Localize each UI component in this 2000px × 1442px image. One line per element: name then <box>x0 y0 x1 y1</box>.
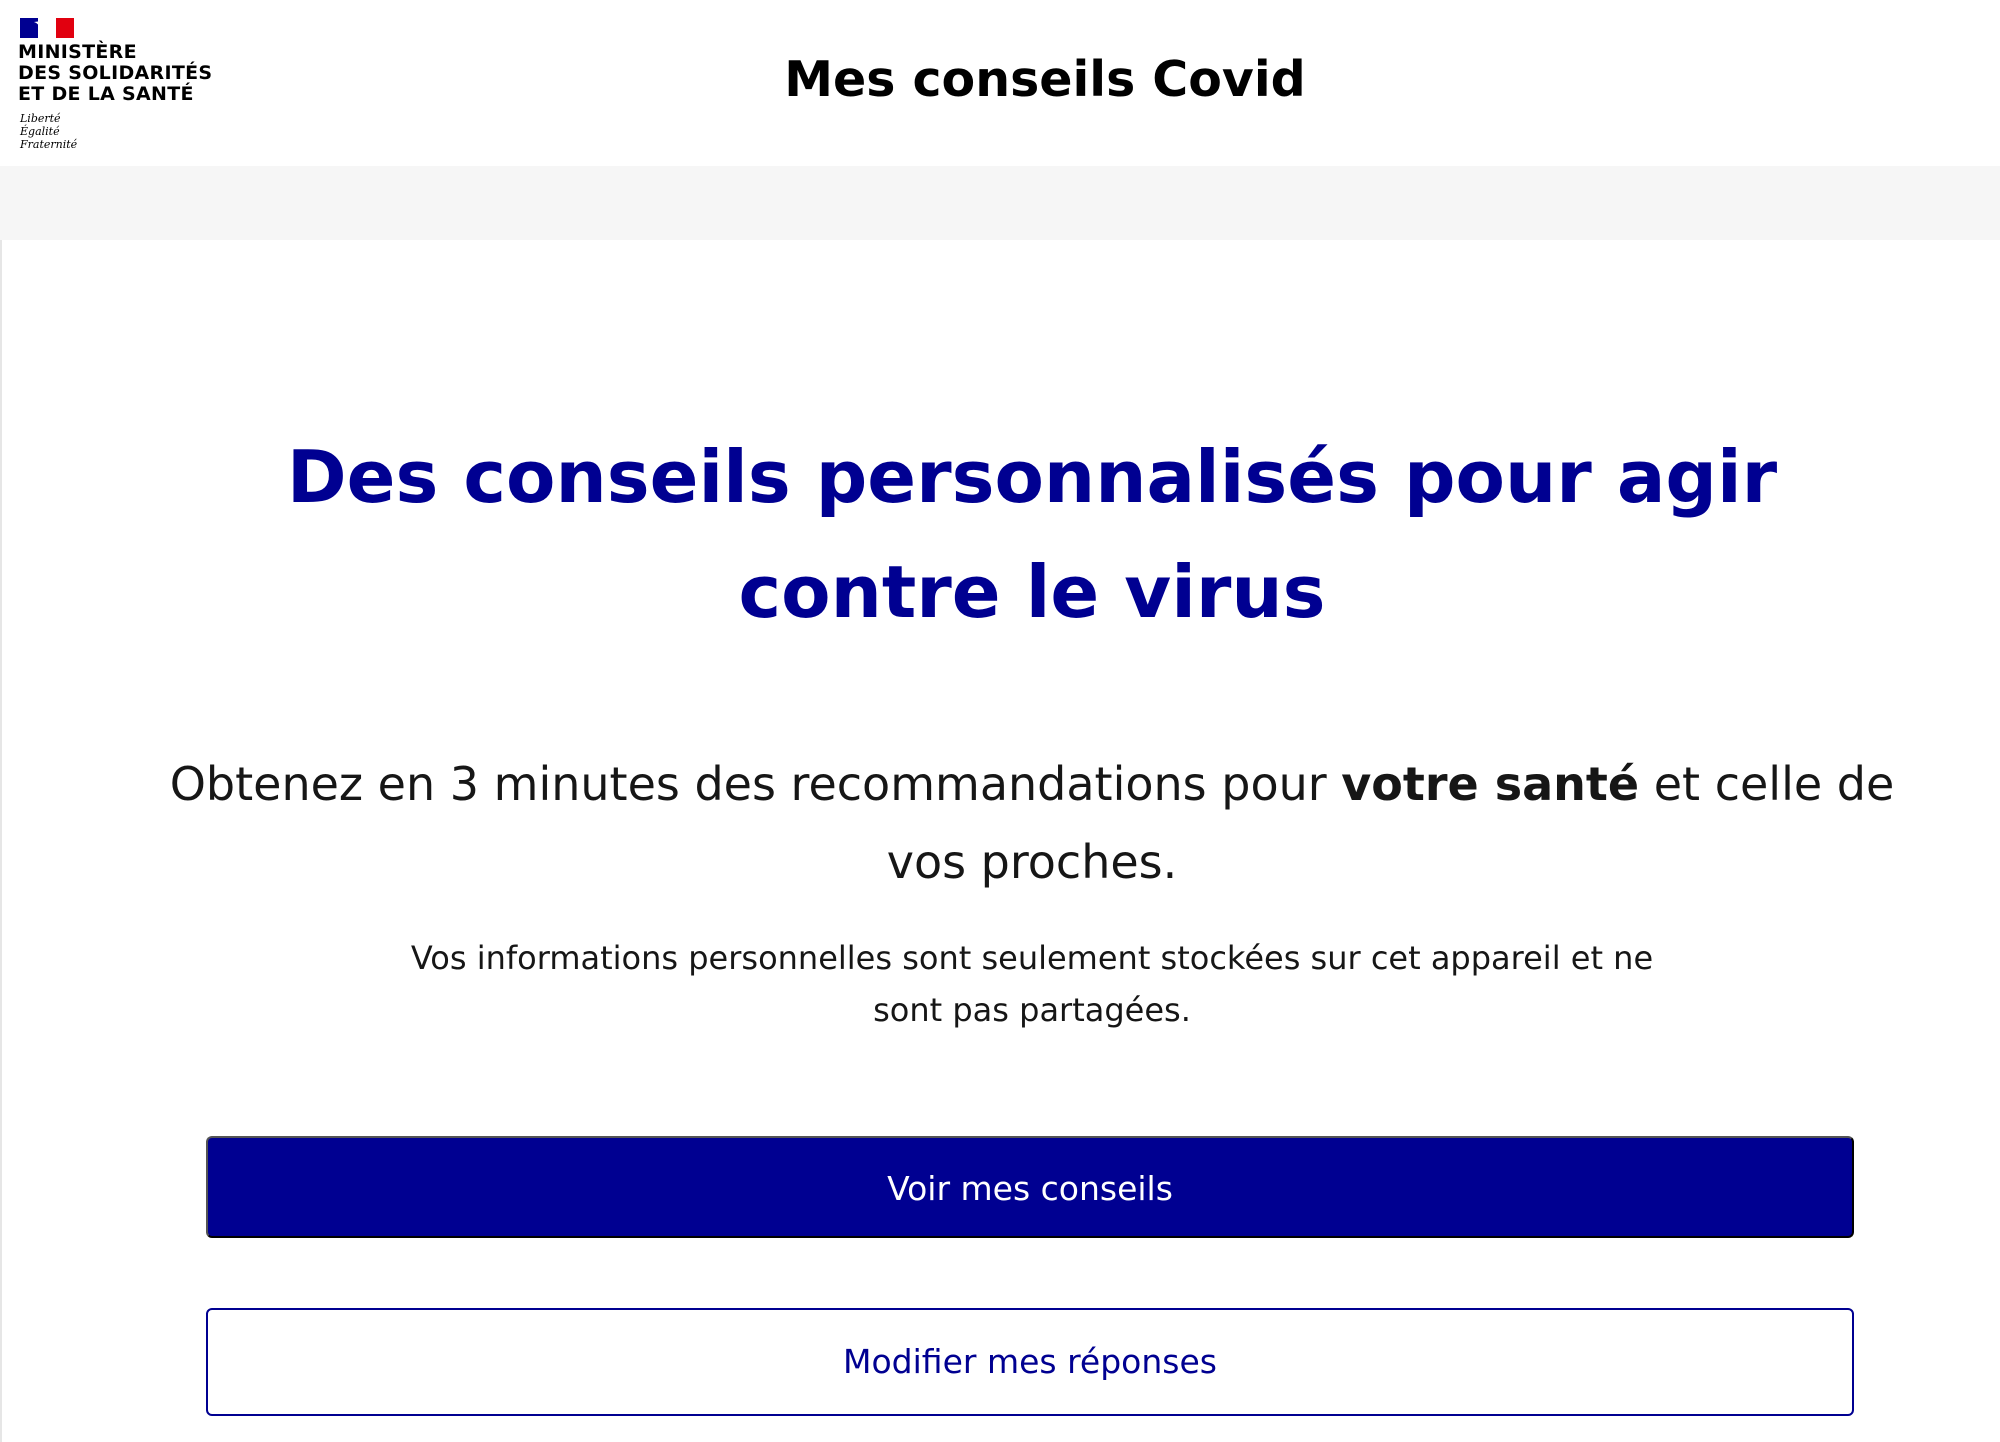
motto-egalite: Égalité <box>20 125 60 138</box>
site-header: MINISTÈRE DES SOLIDARITÉS ET DE LA SANTÉ… <box>0 0 2000 166</box>
edit-answers-button[interactable]: Modifier mes réponses <box>206 1308 1854 1416</box>
motto-fraternite: Fraternité <box>20 138 78 151</box>
intro-text: Obtenez en 3 minutes des recommandations… <box>142 745 1922 901</box>
header-band <box>0 166 2000 240</box>
main-content: Des conseils personnalisés pour agir con… <box>0 240 2000 1442</box>
view-advice-button[interactable]: Voir mes conseils <box>206 1136 1854 1238</box>
motto-liberte: Liberté <box>20 112 61 125</box>
page-title: Des conseils personnalisés pour agir con… <box>286 435 1778 634</box>
republic-motto: Liberté Égalité Fraternité <box>20 112 77 151</box>
site-title[interactable]: Mes conseils Covid <box>0 48 2000 112</box>
intro-text-emphasis: votre santé <box>1341 757 1640 811</box>
marianne-flag-icon <box>20 18 74 38</box>
privacy-note: Vos informations personnelles sont seule… <box>410 939 1654 1029</box>
intro-text-before: Obtenez en 3 minutes des recommandations… <box>169 757 1342 811</box>
